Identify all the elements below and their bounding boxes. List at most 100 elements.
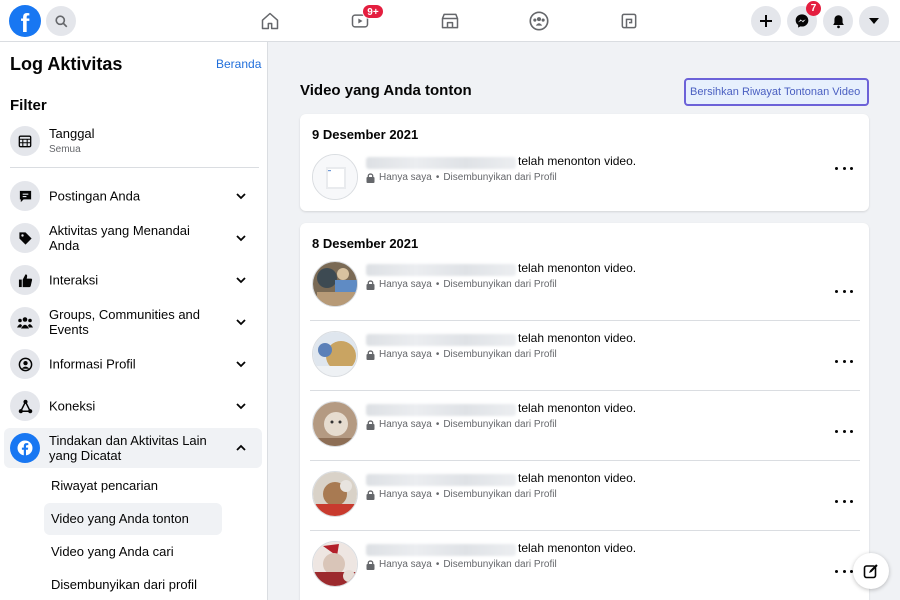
- activity-text: telah menonton video.: [518, 541, 636, 555]
- profile-icon: [18, 357, 32, 371]
- privacy-label: Hanya saya: [379, 559, 432, 570]
- subitem-hidden-from-profile[interactable]: Disembunyikan dari profil: [44, 569, 222, 600]
- lock-icon: [366, 279, 375, 290]
- create-button[interactable]: [751, 6, 781, 36]
- more-options-button[interactable]: [835, 356, 853, 366]
- new-message-button[interactable]: [853, 553, 889, 589]
- redacted-user-name: [366, 334, 516, 346]
- action-object-link[interactable]: video.: [604, 471, 636, 485]
- account-menu-button[interactable]: [859, 6, 889, 36]
- more-options-button[interactable]: [835, 286, 853, 296]
- activity-entry: telah menonton video. Hanya saya • Disem…: [300, 391, 869, 461]
- dot-icon: [842, 359, 846, 363]
- activity-text: telah menonton video.: [518, 154, 636, 168]
- marketplace-icon: [441, 13, 459, 29]
- groups-icon: [529, 11, 549, 31]
- category-icon: [10, 265, 40, 295]
- chevron-down-icon: [236, 403, 246, 410]
- activity-entry: telah menonton video. Hanya saya • Disem…: [300, 144, 869, 214]
- video-thumbnail[interactable]: [312, 541, 358, 587]
- dot-icon: [842, 499, 846, 503]
- nav-gaming[interactable]: [614, 6, 644, 36]
- video-thumbnail[interactable]: [312, 401, 358, 447]
- privacy-label: Hanya saya: [379, 172, 432, 183]
- lock-icon: [366, 559, 375, 570]
- watch-notification-badge: 9+: [362, 4, 384, 19]
- search-button[interactable]: [46, 6, 76, 36]
- category-interactions[interactable]: Interaksi: [4, 260, 262, 300]
- dot-icon: [835, 569, 838, 573]
- date-group-card: 8 Desember 2021 telah menonton video. Ha…: [300, 223, 869, 600]
- category-label: Tindakan dan Aktivitas Lain yang Dicatat: [49, 433, 207, 463]
- dot-icon: [835, 429, 838, 433]
- category-label: Informasi Profil: [49, 356, 136, 372]
- plus-icon: [760, 15, 772, 27]
- redacted-user-name: [366, 474, 516, 486]
- more-options-button[interactable]: [835, 163, 853, 173]
- video-thumbnail[interactable]: [312, 154, 358, 200]
- subitem-search-history[interactable]: Riwayat pencarian: [44, 470, 222, 502]
- video-thumbnail[interactable]: [312, 261, 358, 307]
- action-object-link[interactable]: video.: [604, 331, 636, 345]
- subitem-videos-searched[interactable]: Video yang Anda cari: [44, 536, 222, 568]
- sidebar-divider: [10, 167, 259, 168]
- activity-entry: telah menonton video. Hanya saya • Disem…: [300, 321, 869, 391]
- messenger-badge: 7: [806, 1, 821, 16]
- category-icon: [10, 433, 40, 463]
- dot-icon: [835, 166, 838, 170]
- visibility-label: Disembunyikan dari Profil: [443, 349, 557, 360]
- nav-marketplace[interactable]: [435, 6, 465, 36]
- chevron-down-icon: [236, 193, 246, 200]
- category-other-logged-activity[interactable]: Tindakan dan Aktivitas Lain yang Dicatat: [4, 428, 262, 468]
- meta-separator: •: [435, 349, 440, 360]
- privacy-label: Hanya saya: [379, 419, 432, 430]
- nav-groups[interactable]: [524, 6, 554, 36]
- action-verb: telah menonton: [518, 471, 601, 485]
- notifications-button[interactable]: [823, 6, 853, 36]
- action-object-link[interactable]: video.: [604, 154, 636, 168]
- dot-icon: [842, 429, 846, 433]
- action-object-link[interactable]: video.: [604, 541, 636, 555]
- nav-home[interactable]: [255, 6, 285, 36]
- category-your-posts[interactable]: Postingan Anda: [4, 176, 262, 216]
- dot-icon: [850, 359, 853, 363]
- more-options-button[interactable]: [835, 566, 853, 576]
- dot-icon: [850, 499, 853, 503]
- entry-meta: Hanya saya • Disembunyikan dari Profil: [366, 419, 557, 430]
- video-thumbnail[interactable]: [312, 331, 358, 377]
- facebook-logo[interactable]: f: [9, 5, 41, 37]
- lock-icon: [366, 172, 375, 183]
- entry-meta: Hanya saya • Disembunyikan dari Profil: [366, 172, 557, 183]
- category-tagged-activity[interactable]: Aktivitas yang Menandai Anda: [4, 218, 262, 258]
- calendar-icon-wrapper: [10, 126, 40, 156]
- action-verb: telah menonton: [518, 331, 601, 345]
- meta-separator: •: [435, 279, 440, 290]
- action-object-link[interactable]: video.: [604, 401, 636, 415]
- visibility-label: Disembunyikan dari Profil: [443, 419, 557, 430]
- category-groups-communities-events[interactable]: Groups, Communities and Events: [4, 302, 262, 342]
- activity-entry: telah menonton video. Hanya saya • Disem…: [300, 251, 869, 321]
- connections-icon: [18, 399, 32, 413]
- gaming-icon: [621, 13, 637, 29]
- clear-watch-history-button[interactable]: Bersihkan Riwayat Tontonan Video: [684, 78, 869, 106]
- dot-icon: [842, 569, 846, 573]
- category-profile-information[interactable]: Informasi Profil: [4, 344, 262, 384]
- redacted-user-name: [366, 264, 516, 276]
- thumbs-up-icon: [18, 273, 32, 287]
- entry-meta: Hanya saya • Disembunyikan dari Profil: [366, 489, 557, 500]
- more-options-button[interactable]: [835, 426, 853, 436]
- category-icon: [10, 307, 40, 337]
- action-object-link[interactable]: video.: [604, 261, 636, 275]
- dot-icon: [850, 289, 853, 293]
- dot-icon: [850, 166, 853, 170]
- more-options-button[interactable]: [835, 496, 853, 506]
- messenger-icon: [795, 14, 809, 28]
- video-thumbnail[interactable]: [312, 471, 358, 517]
- category-connections[interactable]: Koneksi: [4, 386, 262, 426]
- home-link[interactable]: Beranda: [216, 57, 261, 71]
- visibility-label: Disembunyikan dari Profil: [443, 279, 557, 290]
- action-verb: telah menonton: [518, 261, 601, 275]
- entry-meta: Hanya saya • Disembunyikan dari Profil: [366, 559, 557, 570]
- entry-meta: Hanya saya • Disembunyikan dari Profil: [366, 349, 557, 360]
- subitem-videos-watched[interactable]: Video yang Anda tonton: [44, 503, 222, 535]
